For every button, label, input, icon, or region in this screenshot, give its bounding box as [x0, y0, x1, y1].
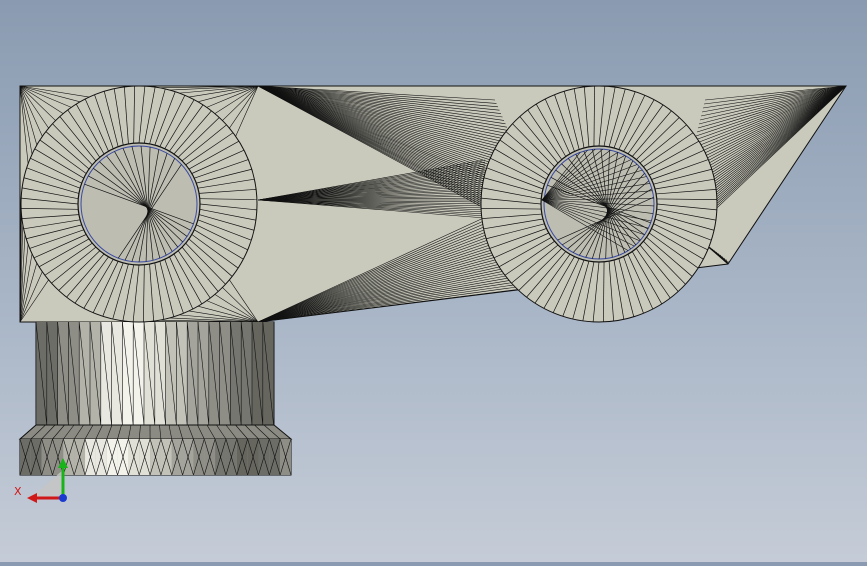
graphics-viewport[interactable]: X	[0, 0, 867, 562]
model-view[interactable]	[0, 0, 867, 562]
right-boss	[481, 86, 717, 322]
shaft-triangulation	[36, 322, 274, 425]
left-boss	[21, 86, 257, 322]
triad-z-axis	[59, 494, 67, 502]
triad-x-label: X	[14, 485, 22, 498]
triad-x-arrow	[27, 493, 37, 503]
flange-chamfer-face	[20, 425, 291, 439]
